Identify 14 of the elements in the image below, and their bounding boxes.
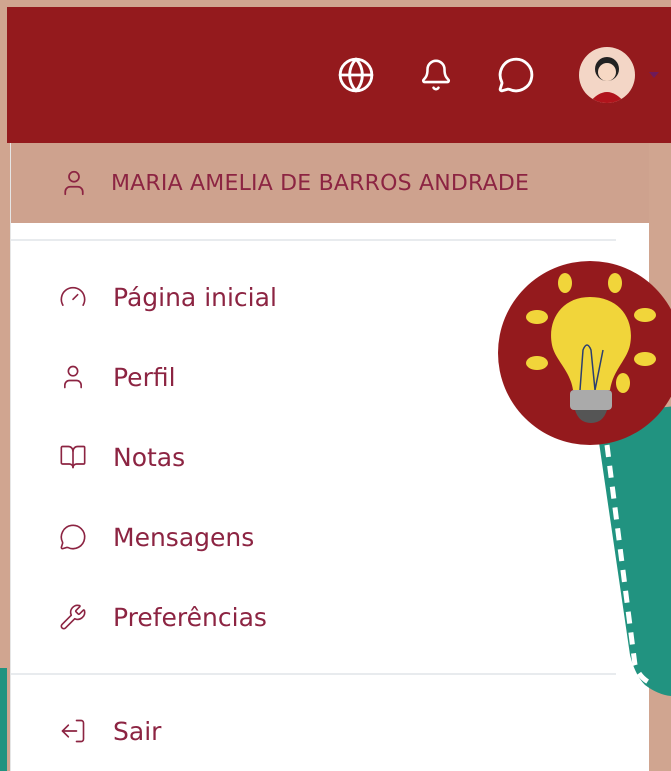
wrench-icon (59, 603, 87, 631)
user-name: MARIA AMELIA DE BARROS ANDRADE (111, 170, 530, 196)
menu-item[interactable]: Perfil (11, 337, 186, 417)
exit-icon (59, 717, 87, 745)
notification-bell-icon[interactable] (419, 58, 453, 92)
menu-item[interactable]: Notas (11, 417, 196, 497)
book-icon (59, 443, 87, 471)
menu-item[interactable]: Sair (11, 691, 172, 771)
chat-icon (59, 523, 87, 551)
menu-item[interactable]: Página inicial (11, 257, 287, 337)
messages-chat-icon[interactable] (497, 56, 535, 94)
menu-item[interactable]: Mensagens (11, 497, 264, 577)
menu-item[interactable]: Preferências (11, 577, 277, 657)
language-globe-icon[interactable] (337, 56, 375, 94)
